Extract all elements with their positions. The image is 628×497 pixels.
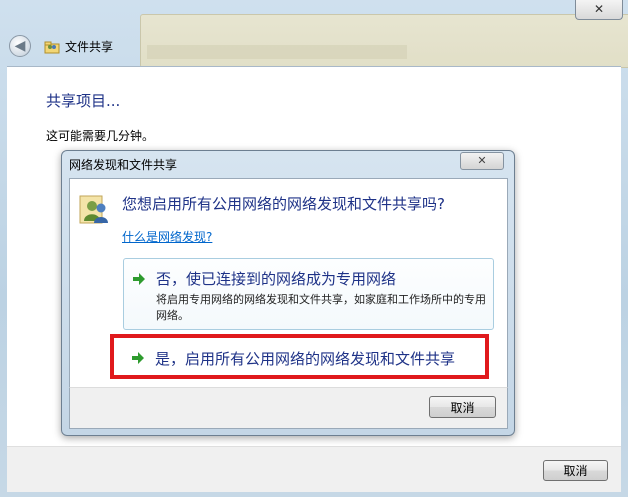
- wizard-share-icon: [44, 41, 60, 54]
- window-title: 文件共享: [65, 40, 114, 54]
- window-close-button[interactable]: ✕: [575, 0, 623, 20]
- background-window: [140, 14, 628, 68]
- highlight-box: [110, 334, 489, 379]
- back-arrow-icon: ◀: [14, 38, 26, 54]
- option-private-network[interactable]: 否，使已连接到的网络成为专用网络 将启用专用网络的网络发现和文件共享，如家庭和工…: [123, 258, 494, 330]
- page-heading: 共享项目...: [46, 92, 121, 110]
- option-private-title: 否，使已连接到的网络成为专用网络: [156, 270, 397, 288]
- option-private-description: 将启用专用网络的网络发现和文件共享，如家庭和工作场所中的专用网络。: [156, 293, 486, 322]
- close-icon: ✕: [477, 154, 487, 167]
- window-frame: ✕ ◀ 文件共享 共享项目... 这可能需要几分钟。 取消 网络发现和文件共享 …: [0, 0, 628, 497]
- dialog-close-button[interactable]: ✕: [460, 152, 504, 170]
- dialog-title: 网络发现和文件共享: [69, 158, 178, 172]
- window-footer: 取消: [7, 446, 621, 492]
- green-arrow-icon: [133, 273, 145, 285]
- users-icon: [79, 195, 108, 224]
- dialog-question: 您想启用所有公用网络的网络发现和文件共享吗?: [122, 195, 445, 213]
- back-button[interactable]: ◀: [9, 35, 31, 57]
- dialog-cancel-button[interactable]: 取消: [429, 396, 496, 418]
- cancel-button[interactable]: 取消: [543, 460, 608, 481]
- network-discovery-dialog: 网络发现和文件共享 ✕ 您想启用所有公用网络的网络发现和文件共享吗? 什么是网络…: [61, 150, 515, 436]
- dialog-footer: 取消: [69, 387, 508, 429]
- page-subtext: 这可能需要几分钟。: [46, 129, 155, 143]
- help-link[interactable]: 什么是网络发现?: [122, 228, 212, 245]
